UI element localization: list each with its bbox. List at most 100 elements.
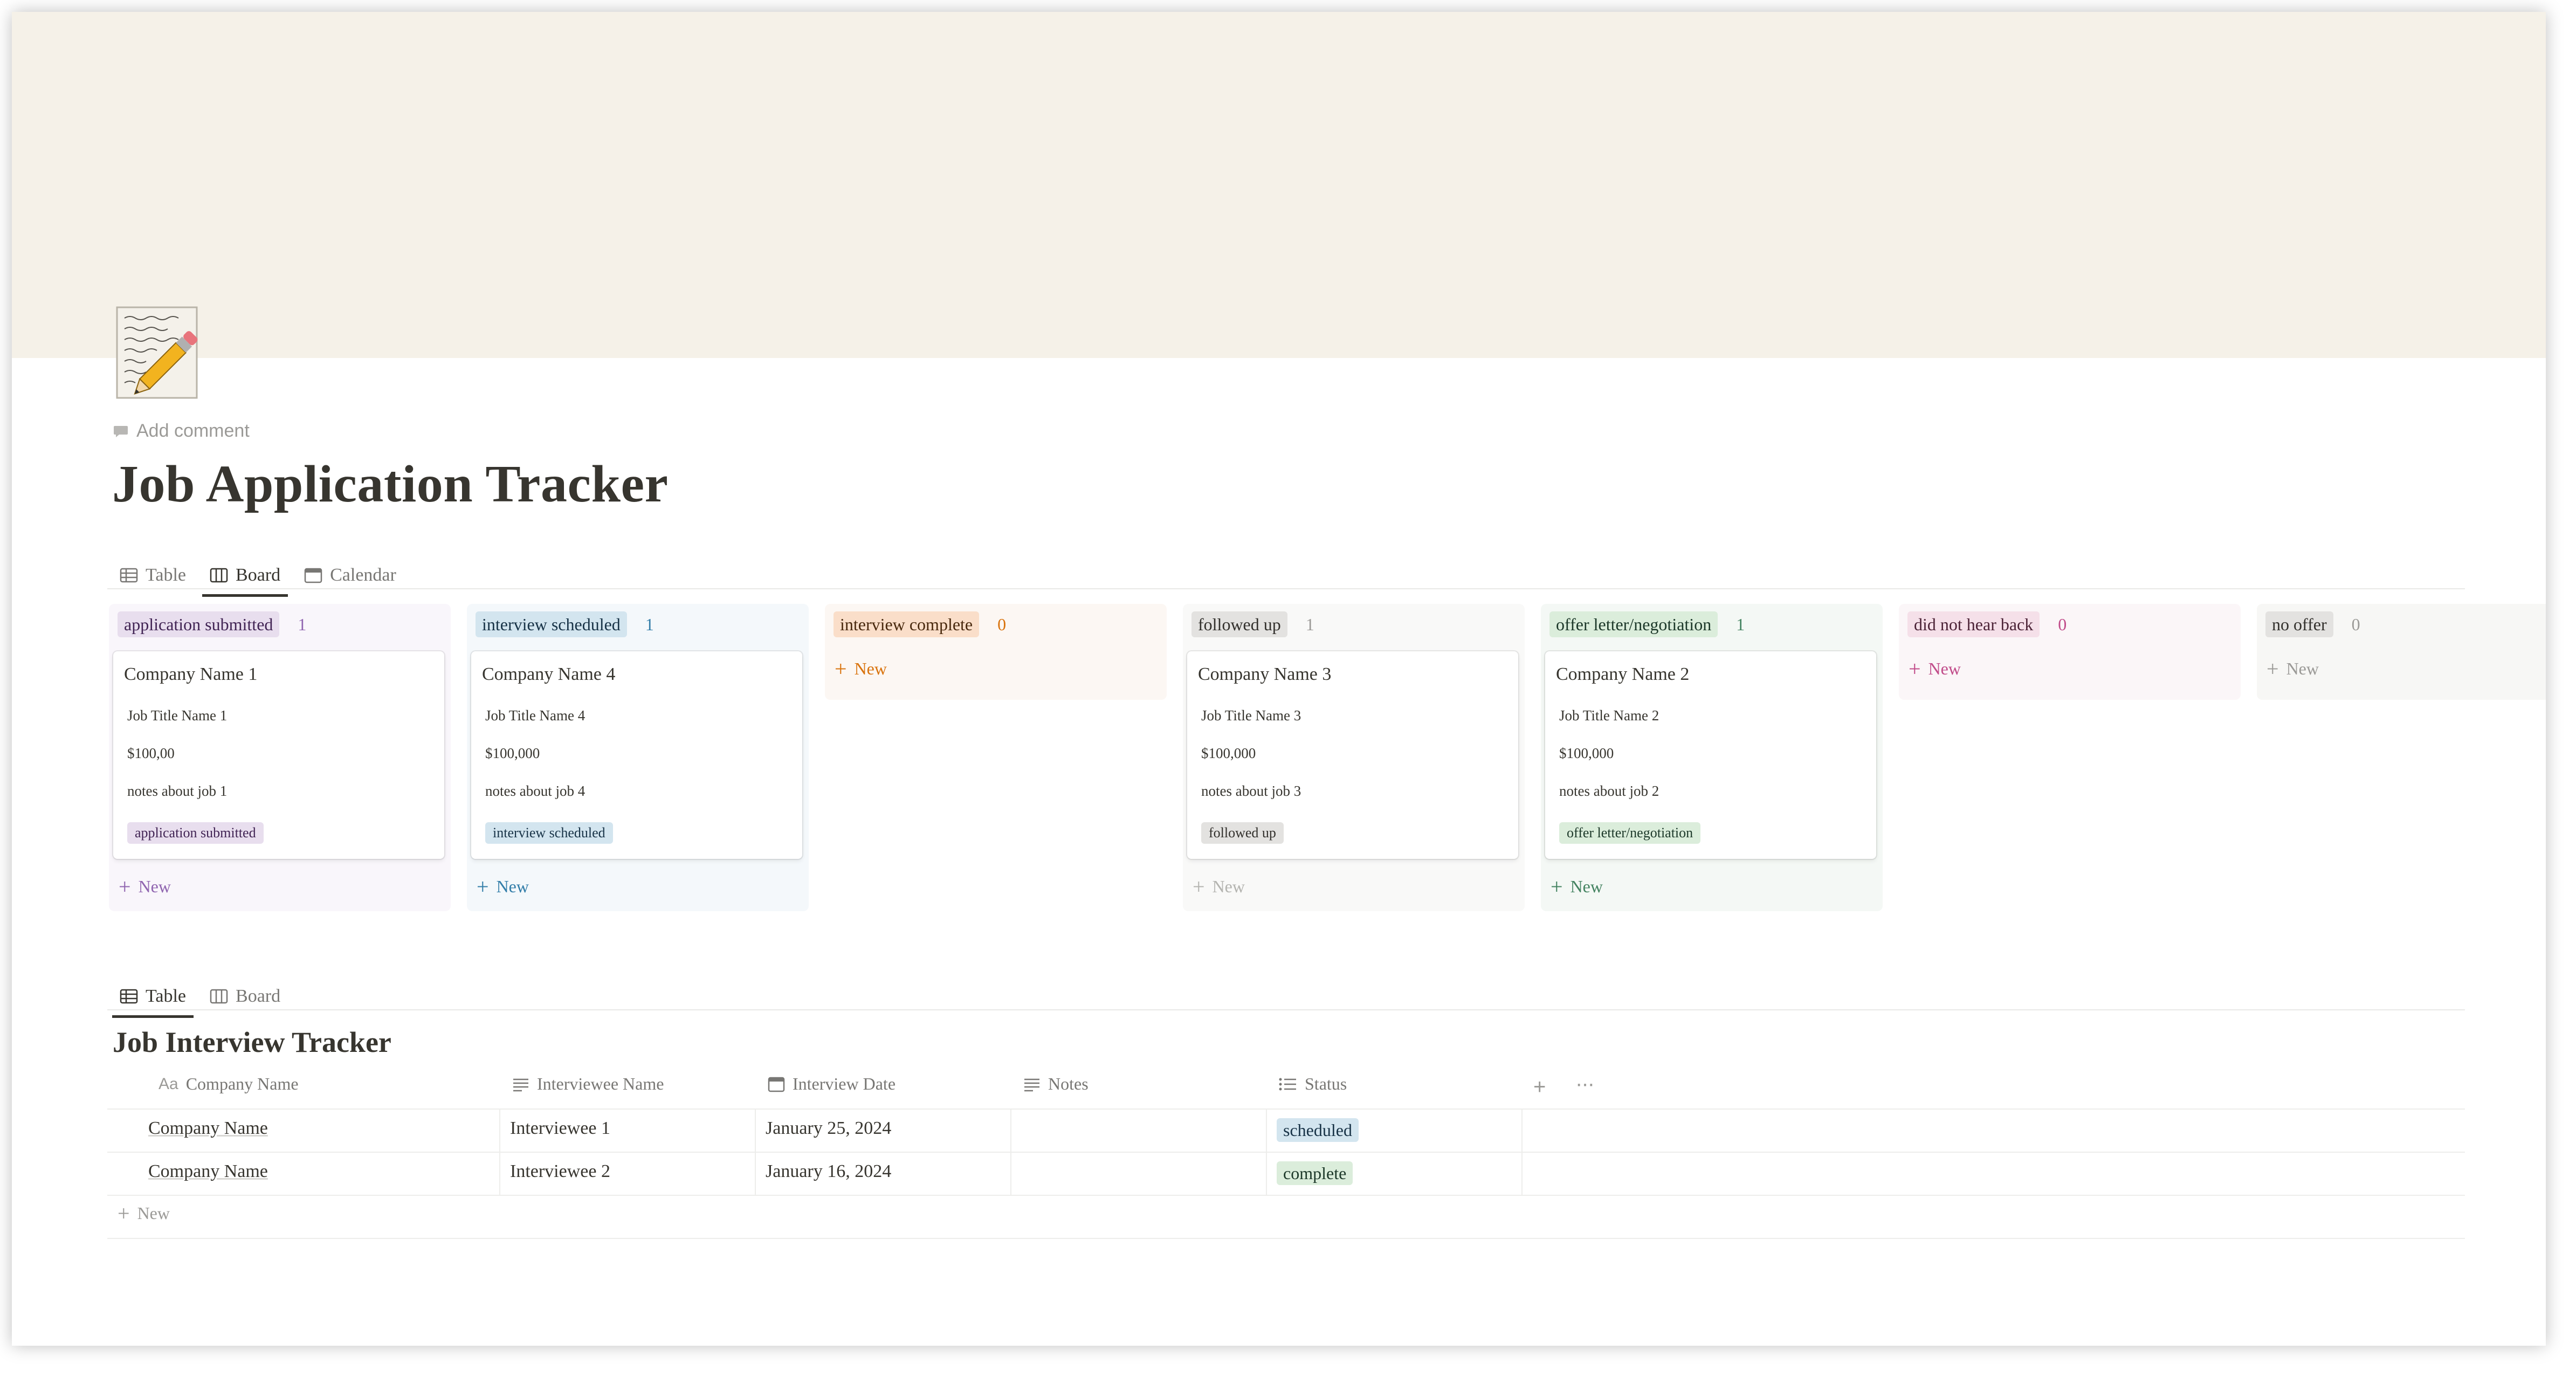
table-column-divider (499, 1109, 500, 1195)
job-card[interactable]: Company Name 1 Job Title Name 1 $100,00 … (113, 651, 444, 859)
cell-interviewee-name[interactable]: Interviewee 1 (510, 1118, 610, 1139)
job-card[interactable]: Company Name 3 Job Title Name 3 $100,000… (1187, 651, 1518, 859)
column-header-label: Company Name (185, 1074, 299, 1093)
column-status-pill[interactable]: interview scheduled (476, 611, 627, 637)
view-tabs-divider (107, 588, 2465, 589)
cell-interview-date[interactable]: January 16, 2024 (766, 1161, 891, 1182)
column-status-pill[interactable]: did not hear back (1907, 611, 2040, 637)
plus-icon: + (2267, 656, 2279, 681)
card-job-title: Job Title Name 2 (1559, 707, 1659, 724)
board-icon (210, 988, 228, 1004)
column-header-label: Notes (1048, 1074, 1089, 1093)
more-options-button[interactable]: ··· (1575, 1072, 1595, 1096)
new-label: New (854, 659, 887, 678)
job-card[interactable]: Company Name 4 Job Title Name 4 $100,000… (471, 651, 802, 859)
column-status-pill[interactable]: interview complete (834, 611, 980, 637)
table-divider (107, 1238, 2465, 1239)
card-title: Company Name 1 (124, 664, 258, 684)
date-property-icon (768, 1076, 785, 1092)
tab-calendar-label: Calendar (330, 565, 396, 585)
table-column-divider (755, 1109, 756, 1195)
column-header-label: Interview Date (793, 1074, 896, 1093)
table-icon (120, 988, 138, 1004)
plus-icon: + (835, 656, 847, 681)
plus-icon: + (1533, 1075, 1546, 1099)
add-comment-label: Add comment (136, 421, 250, 441)
card-salary: $100,000 (1559, 745, 1614, 761)
card-notes: notes about job 1 (127, 783, 228, 799)
cell-interview-date[interactable]: January 25, 2024 (766, 1118, 891, 1139)
text-property-icon (512, 1077, 529, 1092)
add-comment-button[interactable]: Add comment (113, 421, 250, 442)
card-status-badge: followed up (1201, 822, 1284, 844)
add-card-button[interactable]: + New (835, 656, 887, 681)
cell-interviewee-name[interactable]: Interviewee 2 (510, 1161, 610, 1182)
column-status-pill[interactable]: application submitted (118, 611, 280, 637)
table-title: Job Interview Tracker (113, 1026, 391, 1058)
status-property-icon (1279, 1077, 1297, 1092)
card-status-badge: offer letter/negotiation (1559, 822, 1701, 844)
new-label: New (1570, 877, 1603, 896)
board-icon (210, 567, 228, 583)
column-count: 1 (645, 614, 654, 634)
card-notes: notes about job 4 (485, 783, 586, 799)
board-column-no-offer: no offer 0 + New (2257, 604, 2546, 700)
memo-pencil-icon[interactable] (115, 305, 201, 401)
column-status-pill[interactable]: no offer (2265, 611, 2333, 637)
comment-icon (113, 423, 129, 439)
plus-icon: + (118, 1201, 130, 1225)
column-header-status[interactable]: Status (1279, 1074, 1347, 1094)
card-status-badge: application submitted (127, 822, 264, 844)
column-header-interviewee-name[interactable]: Interviewee Name (512, 1074, 664, 1094)
new-label: New (1928, 659, 1961, 678)
table-divider (107, 1152, 2465, 1153)
status-badge[interactable]: complete (1277, 1161, 1353, 1185)
add-card-button[interactable]: + New (119, 876, 171, 897)
page-frame: Add comment Job Application Tracker Tabl… (12, 12, 2546, 1346)
column-header-label: Interviewee Name (537, 1074, 664, 1093)
board-column-interview-scheduled: interview scheduled 1 Company Name 4 Job… (467, 604, 809, 911)
card-title: Company Name 2 (1556, 664, 1690, 684)
plus-icon: + (1551, 874, 1563, 899)
new-label: New (138, 877, 171, 896)
add-card-button[interactable]: + New (477, 874, 529, 899)
board-column-did-not-hear-back: did not hear back 0 + New (1899, 604, 2241, 700)
interview-tabs-divider (107, 1009, 2465, 1010)
column-count: 0 (997, 614, 1007, 634)
plus-icon: + (477, 874, 489, 899)
tab-board-label: Board (236, 565, 281, 585)
add-card-button[interactable]: + New (1909, 658, 1961, 679)
text-property-icon (1023, 1077, 1041, 1092)
card-status-badge: interview scheduled (485, 822, 613, 844)
tab-table-label: Table (146, 986, 187, 1006)
status-badge[interactable]: scheduled (1277, 1118, 1359, 1142)
column-header-notes[interactable]: Notes (1023, 1074, 1089, 1094)
column-header-company-name[interactable]: Aa Company Name (159, 1074, 299, 1094)
card-title: Company Name 4 (482, 664, 616, 684)
title-property-icon: Aa (159, 1075, 178, 1093)
column-header-interview-date[interactable]: Interview Date (768, 1074, 896, 1094)
add-card-button[interactable]: + New (1551, 874, 1603, 899)
board-column-application-submitted: application submitted 1 Company Name 1 J… (109, 604, 451, 911)
column-count: 1 (298, 614, 307, 634)
add-card-button[interactable]: + New (2267, 656, 2319, 681)
cover-banner[interactable] (12, 12, 2546, 358)
add-row-button[interactable]: + New (118, 1201, 170, 1225)
page-title: Job Application Tracker (112, 455, 669, 513)
column-status-pill[interactable]: followed up (1191, 611, 1287, 637)
card-job-title: Job Title Name 4 (485, 707, 586, 724)
add-property-button[interactable]: + (1533, 1075, 1546, 1099)
add-card-button[interactable]: + New (1193, 874, 1245, 899)
table-column-divider (1010, 1109, 1011, 1195)
column-status-pill[interactable]: offer letter/negotiation (1549, 611, 1718, 637)
table-column-divider (1521, 1109, 1523, 1195)
column-count: 0 (2351, 614, 2360, 634)
cell-company-name[interactable]: Company Name (148, 1118, 268, 1139)
table-divider (107, 1109, 2465, 1110)
cell-company-name[interactable]: Company Name (148, 1161, 268, 1182)
card-salary: $100,000 (1201, 745, 1256, 761)
ellipsis-icon: ··· (1575, 1072, 1595, 1096)
plus-icon: + (1193, 874, 1205, 899)
column-count: 0 (2058, 614, 2067, 634)
job-card[interactable]: Company Name 2 Job Title Name 2 $100,000… (1545, 651, 1876, 859)
